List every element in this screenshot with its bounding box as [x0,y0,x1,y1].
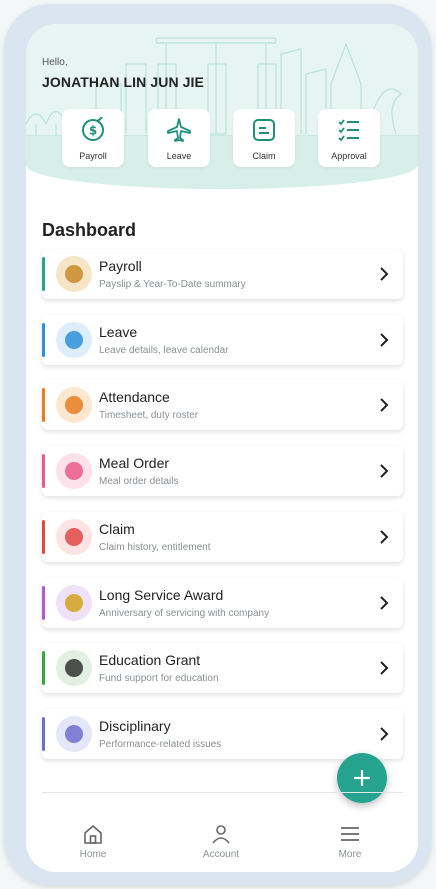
bottom-tab-bar: Home Account More [26,817,418,872]
add-button[interactable] [337,753,387,803]
app-screen: Hello, JONATHAN LIN JUN JIE $ Payroll Le… [26,24,418,872]
payroll-icon: $ [82,117,104,141]
card-title: Education Grant [99,652,201,669]
folder-icon [56,715,92,752]
checklist-icon [338,119,359,142]
chevron-right-icon [380,464,389,478]
card-title: Meal Order [99,455,170,472]
svg-text:$: $ [89,124,97,138]
accent-bar [42,519,45,554]
tab-account[interactable]: Account [171,817,271,872]
plate-icon [56,453,92,490]
card-subtitle: Timesheet, duty roster [99,410,199,422]
accent-bar [42,585,45,620]
chevron-right-icon [380,595,389,610]
card-subtitle: Leave details, leave calendar [99,344,229,356]
card-subtitle: Anniversary of servicing with company [99,607,270,619]
chevron-right-icon [380,332,389,347]
phone-frame: Hello, JONATHAN LIN JUN JIE $ Payroll Le… [4,4,432,885]
dashboard-card-claim[interactable]: Claim Claim history, entitlement [42,511,403,562]
quick-action-leave[interactable]: Leave [148,109,210,167]
tab-label: Account [202,849,240,860]
card-title: Long Service Award [99,586,224,603]
card-title: Attendance [99,389,170,406]
money-bag-icon [56,256,92,292]
tab-more[interactable]: More [300,817,400,872]
chevron-right-icon [380,727,389,741]
accent-bar [42,454,45,489]
user-name: JONATHAN LIN JUN JIE [42,74,204,90]
dashboard-card-leave[interactable]: Leave Leave details, leave calendar [42,314,403,365]
dashboard-card-meal-order[interactable]: Meal Order Meal order details [42,446,403,497]
dashboard-card-education-grant[interactable]: Education Grant Fund support for educatio… [42,643,403,694]
card-title: Leave [99,323,138,340]
accent-bar [42,257,45,291]
greeting-text: Hello, [42,57,68,68]
quick-action-label: Claim [252,151,276,161]
person-icon [212,825,230,844]
menu-icon [341,827,359,841]
dashboard-card-attendance[interactable]: Attendance Timesheet, duty roster [42,380,403,431]
chevron-right-icon [380,661,389,675]
medal-icon [56,584,92,621]
card-subtitle: Fund support for education [99,673,219,685]
quick-action-approval[interactable]: Approval [318,109,380,167]
paper-plane-icon [56,321,92,358]
accent-bar [42,651,45,686]
card-subtitle: Performance-related issues [99,738,222,750]
card-title: Disciplinary [99,717,171,734]
clock-icon [56,387,92,424]
chevron-right-icon [380,398,389,413]
header-banner: Hello, JONATHAN LIN JUN JIE $ Payroll Le… [26,24,418,189]
graduation-cap-icon [56,650,92,687]
tab-label: Home [79,849,107,860]
divider [42,792,403,793]
home-icon [84,825,102,844]
tab-label: More [338,849,362,860]
dashboard-card-long-service-award[interactable]: Long Service Award Anniversary of servici… [42,577,403,628]
dashboard-card-payroll[interactable]: Payroll Payslip & Year-To-Date summary [42,249,403,299]
chevron-right-icon [380,530,389,544]
card-title: Claim [99,520,135,537]
quick-action-label: Approval [331,151,367,161]
quick-action-claim[interactable]: Claim [233,109,295,167]
quick-action-label: Payroll [79,151,107,161]
card-subtitle: Meal order details [99,476,179,488]
accent-bar [42,388,45,423]
card-subtitle: Payslip & Year-To-Date summary [99,279,246,290]
card-subtitle: Claim history, entitlement [99,541,211,553]
airplane-icon [167,118,191,142]
chevron-right-icon [380,267,389,281]
quick-action-payroll[interactable]: $ Payroll [62,109,124,167]
tab-home[interactable]: Home [43,817,143,872]
dashboard-card-disciplinary[interactable]: Disciplinary Performance-related issues [42,708,403,759]
plus-icon [354,770,370,786]
dashboard-title: Dashboard [42,220,137,240]
claim-icon [253,119,275,141]
accent-bar [42,716,45,751]
receipt-icon [56,518,92,555]
accent-bar [42,322,45,357]
quick-action-label: Leave [166,151,192,161]
card-title: Payroll [99,258,142,274]
